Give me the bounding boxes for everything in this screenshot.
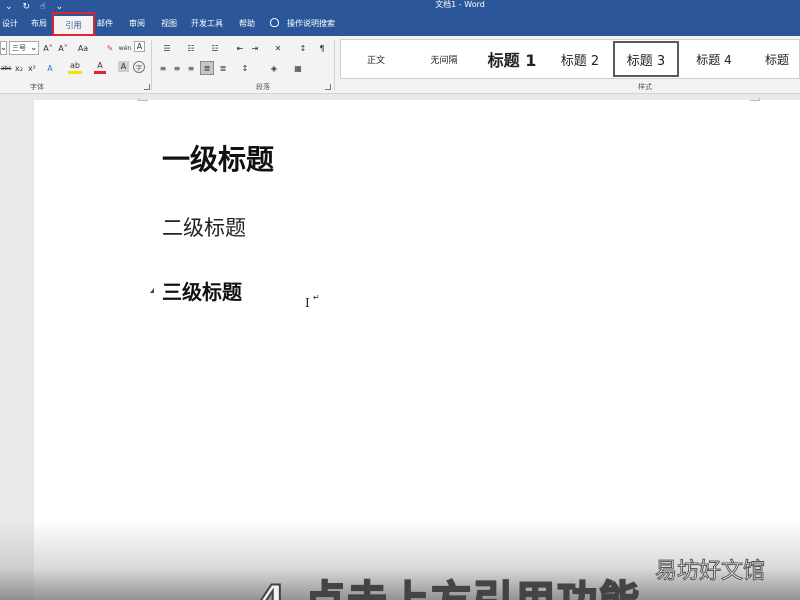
clear-formatting-button[interactable]: ✎ — [104, 41, 116, 55]
watermark: 易坊好文馆 — [654, 559, 766, 585]
chevron-down-icon: ⌄ — [30, 43, 38, 53]
styles-group-label: 样式 — [638, 83, 652, 91]
character-shading-button[interactable]: A — [118, 61, 129, 72]
style-heading-3[interactable]: 标题 3 — [613, 41, 679, 77]
tutorial-caption: 4.点击上方引用功能 — [257, 568, 641, 600]
center-button[interactable]: ≡ — [171, 61, 183, 75]
lightbulb-icon — [270, 18, 279, 27]
document-title: 文档1 - Word — [435, 0, 485, 9]
ribbon-tab-bar: 设计 布局 引用 邮件 审阅 视图 开发工具 帮助 操作说明搜索 — [0, 14, 800, 36]
show-formatting-marks-button[interactable]: ¶ — [316, 41, 328, 55]
title-bar: ⌄ ↻ ☝ ⌄ 文档1 - Word — [0, 0, 800, 14]
mini-pointer-icon: ↵ — [313, 293, 320, 302]
increase-indent-button[interactable]: ⇥ — [249, 41, 261, 55]
font-color-button[interactable]: A — [94, 60, 106, 74]
distributed-button[interactable]: ≣ — [217, 61, 229, 75]
style-no-spacing[interactable]: 无间隔 — [411, 42, 477, 76]
group-separator — [334, 40, 335, 90]
line-spacing-button[interactable]: ↕ — [236, 61, 254, 75]
tab-layout[interactable]: 布局 — [26, 14, 52, 36]
font-name-dropdown[interactable]: ⌄ — [0, 41, 7, 55]
borders-button[interactable]: ▦ — [288, 61, 308, 75]
tab-view[interactable]: 视图 — [156, 14, 182, 36]
style-heading-4[interactable]: 标题 4 — [681, 42, 747, 76]
chinese-layout-button[interactable]: ✕ — [268, 41, 288, 55]
references-tab-highlight-box — [52, 12, 95, 36]
tab-help[interactable]: 帮助 — [234, 14, 260, 36]
subscript-button[interactable]: x₂ — [13, 61, 25, 75]
heading-1-text[interactable]: 一级标题 — [162, 138, 274, 178]
font-size-dropdown[interactable]: 三号 ⌄ — [9, 41, 39, 55]
decrease-indent-button[interactable]: ⇤ — [234, 41, 246, 55]
multilevel-list-button[interactable]: ☳ — [205, 41, 225, 55]
style-heading-2[interactable]: 标题 2 — [548, 42, 612, 76]
ribbon: ⌄ 三号 ⌄ A˄ A˅ Aa ✎ wén A abc x₂ x² A ab A … — [0, 36, 800, 94]
margin-corner-mark — [750, 98, 760, 101]
style-normal[interactable]: 正文 — [345, 42, 407, 76]
strikethrough-button[interactable]: abc — [0, 61, 12, 75]
sort-button[interactable]: ↕ — [297, 41, 309, 55]
margin-corner-mark — [138, 98, 148, 101]
bullets-button[interactable]: ☰ — [157, 41, 177, 55]
tell-me-label: 操作说明搜索 — [287, 19, 335, 28]
text-effects-button[interactable]: A — [44, 61, 56, 75]
tab-developer[interactable]: 开发工具 — [188, 14, 226, 36]
phonetic-guide-button[interactable]: wén — [119, 41, 131, 55]
numbering-button[interactable]: ☷ — [181, 41, 201, 55]
font-group-label: 字体 — [30, 83, 44, 91]
style-title[interactable]: 标题 — [751, 42, 800, 76]
heading-3-text[interactable]: 三级标题 — [162, 276, 242, 305]
superscript-button[interactable]: x² — [26, 61, 38, 75]
paragraph-group-label: 段落 — [256, 83, 270, 91]
change-case-button[interactable]: Aa — [75, 41, 91, 55]
shrink-font-button[interactable]: A˅ — [57, 41, 69, 55]
heading-2-text[interactable]: 二级标题 — [162, 212, 246, 242]
tab-mailings[interactable]: 邮件 — [94, 14, 116, 36]
style-heading-1[interactable]: 标题 1 — [479, 42, 545, 76]
font-size-value: 三号 — [12, 44, 26, 52]
font-dialog-launcher-icon[interactable] — [144, 84, 150, 90]
styles-gallery: 正文 无间隔 标题 1 标题 2 标题 3 标题 4 标题 — [340, 39, 800, 79]
grow-font-button[interactable]: A˄ — [42, 41, 54, 55]
group-separator — [151, 40, 152, 90]
text-cursor-ibeam-icon: I — [305, 296, 310, 310]
collapse-heading-triangle-icon[interactable] — [150, 288, 154, 293]
enclose-characters-button[interactable]: 字 — [133, 61, 145, 73]
align-left-button[interactable]: ≡ — [157, 61, 169, 75]
shading-button[interactable]: ◈ — [264, 61, 284, 75]
tab-review[interactable]: 审阅 — [124, 14, 150, 36]
paragraph-dialog-launcher-icon[interactable] — [325, 84, 331, 90]
character-border-button[interactable]: A — [134, 41, 145, 52]
tell-me-search[interactable]: 操作说明搜索 — [270, 14, 335, 36]
highlight-color-button[interactable]: ab — [68, 60, 82, 74]
tab-design[interactable]: 设计 — [0, 14, 20, 36]
align-right-button[interactable]: ≡ — [185, 61, 197, 75]
justify-button[interactable]: ≣ — [200, 61, 214, 75]
